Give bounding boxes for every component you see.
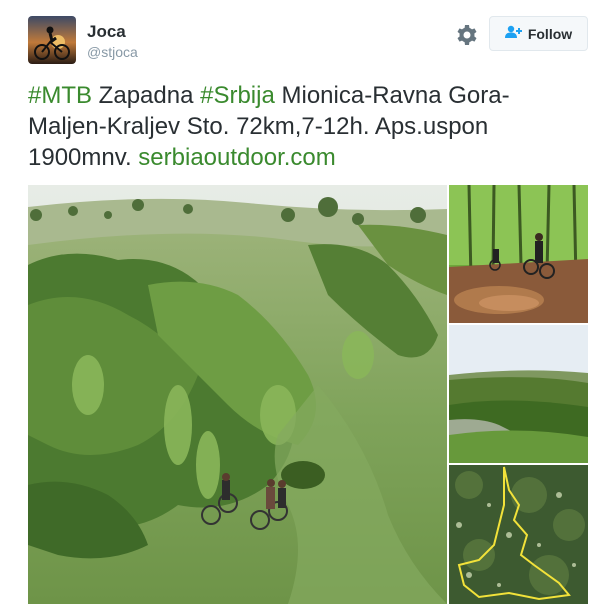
hashtag-srbija[interactable]: #Srbija <box>200 82 275 109</box>
tweet-text-part: Zapadna <box>92 82 201 109</box>
avatar[interactable] <box>28 16 76 64</box>
tweet-link[interactable]: serbiaoutdoor.com <box>138 144 335 171</box>
media-grid <box>28 185 588 604</box>
avatar-image <box>28 16 76 64</box>
photo-panorama[interactable] <box>449 325 588 463</box>
hashtag-mtb[interactable]: #MTB <box>28 82 92 109</box>
tweet-text: #MTB Zapadna #Srbija Mionica-Ravna Gora-… <box>28 80 580 173</box>
follow-button[interactable]: Follow <box>489 16 588 51</box>
photo-route-map[interactable] <box>449 465 588 604</box>
photo-meadow-cyclists[interactable] <box>28 185 447 604</box>
display-name[interactable]: Joca <box>87 22 126 42</box>
user-handle[interactable]: @stjoca <box>87 44 138 60</box>
gear-icon[interactable] <box>455 23 479 47</box>
add-user-icon <box>504 25 523 42</box>
follow-label: Follow <box>527 25 573 42</box>
photo-forest-trail[interactable] <box>449 185 588 323</box>
